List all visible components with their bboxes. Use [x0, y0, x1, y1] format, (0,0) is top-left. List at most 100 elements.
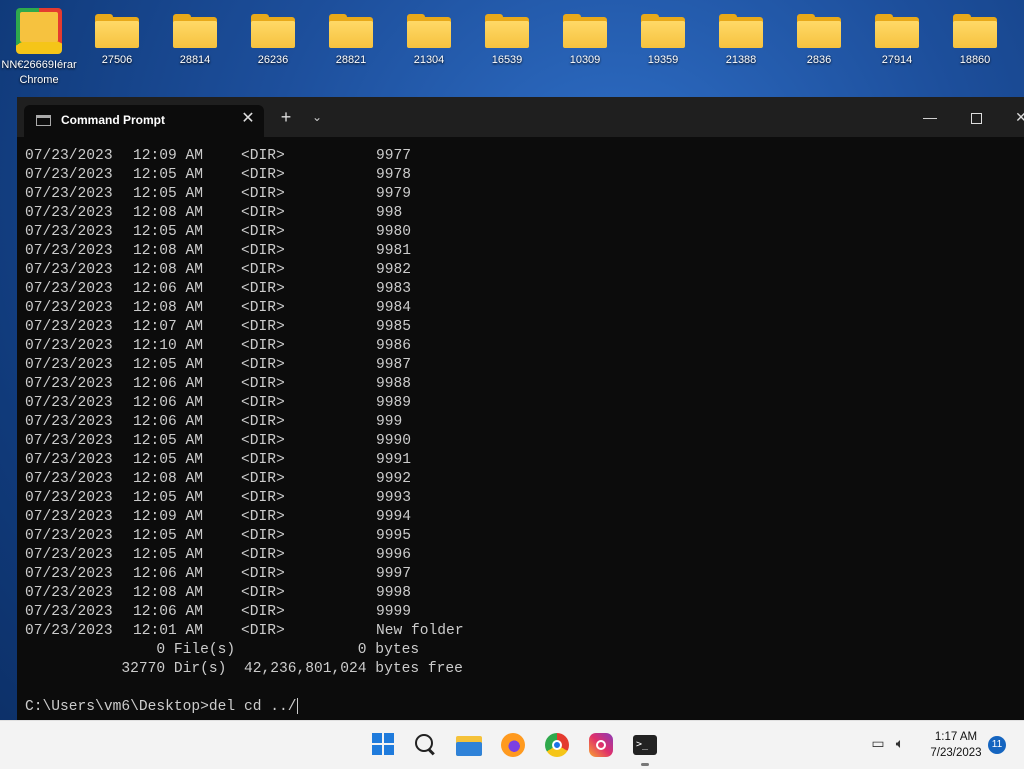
close-button[interactable]: ✕	[1001, 105, 1024, 129]
files-summary: 0 File(s) 0 bytes	[25, 642, 420, 658]
listing-type: <DIR>	[241, 281, 285, 297]
file-explorer-icon[interactable]	[453, 729, 485, 761]
volume-icon[interactable]: 🔈︎	[890, 735, 910, 755]
tab-title: Command Prompt	[61, 113, 166, 127]
firefox-icon[interactable]	[497, 729, 529, 761]
listing-time: 12:05 AM	[133, 357, 204, 373]
listing-time: 12:06 AM	[133, 395, 204, 411]
listing-type: <DIR>	[241, 357, 285, 373]
listing-name: 9987	[376, 357, 412, 373]
listing-type: <DIR>	[241, 338, 285, 354]
clock-date: 7/23/2023	[930, 747, 982, 759]
desktop-folder[interactable]: 21388	[705, 8, 777, 66]
notification-badge[interactable]: 11	[988, 736, 1006, 754]
search-icon[interactable]	[409, 729, 441, 761]
listing-time: 12:06 AM	[133, 376, 204, 392]
chrome-shortcut-label: NN€26669Iérar Chrome	[0, 58, 78, 88]
listing-type: <DIR>	[241, 148, 285, 164]
listing-name: 9988	[376, 376, 412, 392]
desktop-folder[interactable]: 16539	[471, 8, 543, 66]
folder-icon	[407, 14, 451, 48]
listing-name: 9993	[376, 490, 412, 506]
listing-type: <DIR>	[241, 623, 285, 639]
command-input[interactable]: del cd ../	[209, 699, 297, 715]
instagram-icon[interactable]	[585, 729, 617, 761]
command-line[interactable]: C:\Users\vm6\Desktop>del cd ../	[25, 698, 1015, 717]
listing-time: 12:05 AM	[133, 224, 204, 240]
listing-type: <DIR>	[241, 243, 285, 259]
listing-type: <DIR>	[241, 300, 285, 316]
desktop-folder-label: 28821	[335, 54, 367, 66]
tab-command-prompt[interactable]: Command Prompt ✕	[24, 105, 264, 137]
listing-name: 9989	[376, 395, 412, 411]
folder-icon	[641, 14, 685, 48]
desktop-folder[interactable]: 10309	[549, 8, 621, 66]
listing-date: 07/23/2023	[25, 281, 113, 297]
desktop-folder-label: 2836	[806, 54, 832, 66]
listing-name: 9990	[376, 433, 412, 449]
listing-date: 07/23/2023	[25, 243, 113, 259]
listing-date: 07/23/2023	[25, 148, 113, 164]
maximize-icon	[970, 112, 982, 124]
minimize-button[interactable]: —	[910, 105, 950, 129]
dir-listing-row: 07/23/2023 12:06 AM <DIR> 999	[25, 413, 1015, 432]
dir-listing-row: 07/23/2023 12:05 AM <DIR> 9987	[25, 356, 1015, 375]
listing-time: 12:06 AM	[133, 414, 204, 430]
tab-close-icon[interactable]: ✕	[238, 109, 258, 129]
desktop-folder-label: 19359	[647, 54, 679, 66]
dir-listing-row: 07/23/2023 12:06 AM <DIR> 9999	[25, 603, 1015, 622]
dir-listing-row: 07/23/2023 12:06 AM <DIR> 9988	[25, 375, 1015, 394]
new-tab-button[interactable]: +	[275, 105, 297, 129]
desktop-folder-label: 27914	[881, 54, 913, 66]
chrome-shortcut-icon	[16, 8, 62, 54]
desktop-folder[interactable]: 18860	[939, 8, 1011, 66]
desktop-folder-label: 18860	[959, 54, 991, 66]
listing-name: 999	[376, 414, 403, 430]
listing-name: 9996	[376, 547, 412, 563]
desktop-folder-label: 28814	[179, 54, 211, 66]
listing-date: 07/23/2023	[25, 205, 113, 221]
desktop-folder-label: 21304	[413, 54, 445, 66]
desktop-folder[interactable]: 2836	[783, 8, 855, 66]
folder-icon	[953, 14, 997, 48]
dir-listing-row: 07/23/2023 12:08 AM <DIR> 9998	[25, 584, 1015, 603]
listing-name: 9997	[376, 566, 412, 582]
clock[interactable]: 1:17 AM 7/23/2023	[918, 729, 994, 761]
desktop-folder[interactable]: 21304	[393, 8, 465, 66]
desktop-folder[interactable]: 27914	[861, 8, 933, 66]
listing-time: 12:08 AM	[133, 262, 204, 278]
title-bar[interactable]: Command Prompt ✕ + ⌄ — ✕	[17, 97, 1024, 137]
clock-time: 1:17 AM	[934, 731, 978, 743]
cmd-icon	[36, 115, 51, 126]
listing-type: <DIR>	[241, 452, 285, 468]
listing-name: 9994	[376, 509, 412, 525]
chrome-icon[interactable]	[541, 729, 573, 761]
terminal-icon[interactable]: >_	[629, 729, 661, 761]
listing-date: 07/23/2023	[25, 471, 113, 487]
listing-time: 12:08 AM	[133, 243, 204, 259]
listing-type: <DIR>	[241, 414, 285, 430]
listing-type: <DIR>	[241, 319, 285, 335]
folder-icon	[251, 14, 295, 48]
console-output[interactable]: 07/23/2023 12:09 AM <DIR> 9977 07/23/2023 12:…	[25, 147, 1015, 717]
chrome-shortcut[interactable]: NN€26669Iérar Chrome	[0, 0, 78, 92]
listing-name: 9992	[376, 471, 412, 487]
desktop-folder[interactable]: 26236	[237, 8, 309, 66]
desktop-folder[interactable]: 28821	[315, 8, 387, 66]
desktop-folder[interactable]: 27506	[81, 8, 153, 66]
folder-icon	[485, 14, 529, 48]
chrome-shortcut-label-line2: Chrome	[19, 74, 59, 86]
command-prompt-window: Command Prompt ✕ + ⌄ — ✕ 07/23/2023 12:09…	[17, 97, 1024, 720]
network-icon[interactable]: ▭	[868, 735, 888, 755]
listing-type: <DIR>	[241, 566, 285, 582]
listing-time: 12:06 AM	[133, 604, 204, 620]
listing-time: 12:01 AM	[133, 623, 204, 639]
listing-date: 07/23/2023	[25, 338, 113, 354]
maximize-button[interactable]	[956, 105, 996, 129]
desktop-folder[interactable]: 19359	[627, 8, 699, 66]
listing-date: 07/23/2023	[25, 604, 113, 620]
desktop-folder[interactable]: 28814	[159, 8, 231, 66]
desktop-folder-label: 26236	[257, 54, 289, 66]
start-icon[interactable]	[368, 729, 400, 761]
chevron-down-icon[interactable]: ⌄	[306, 105, 328, 129]
